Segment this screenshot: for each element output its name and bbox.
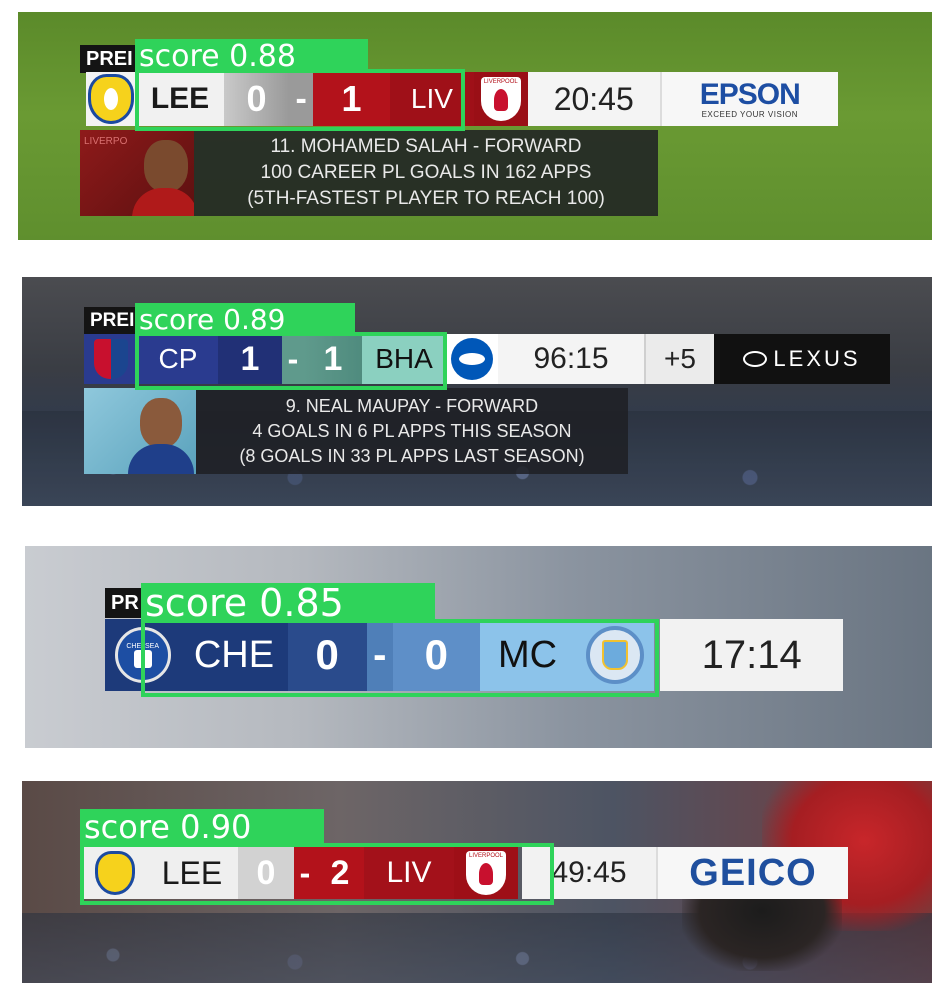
player-note-line: (8 GOALS IN 33 PL APPS LAST SEASON) [239, 445, 585, 466]
scoreboard-frame-2: PREI CP 1 - 1 BHA 96:15 +5 LEXUS 9. NEAL… [22, 277, 932, 506]
detection-label: score 0.85 [141, 581, 435, 625]
detection-label: score 0.89 [135, 303, 355, 336]
away-crest: LIVERPOOL [473, 72, 528, 126]
sponsor-name: EPSON [699, 77, 801, 111]
league-tab-text: PR [111, 591, 139, 614]
player-photo: LIVERPO [80, 130, 194, 216]
player-stat-line: 4 GOALS IN 6 PL APPS THIS SEASON [252, 420, 572, 441]
detection-box [80, 843, 554, 905]
sponsor-name: LEXUS [773, 346, 861, 371]
detection-box [135, 332, 447, 390]
sponsor-lexus: LEXUS [714, 334, 890, 384]
player-info-card: 9. NEAL MAUPAY - FORWARD 4 GOALS IN 6 PL… [84, 388, 628, 474]
player-note-line: (5TH-FASTEST PLAYER TO REACH 100) [247, 188, 605, 209]
scoreboard-frame-4: LEE 0 - 2 LIV LIVERPOOL 49:45 GEICO scor… [22, 781, 932, 983]
sponsor-epson: EPSON EXCEED YOUR VISION [659, 72, 838, 126]
detection-box [135, 69, 465, 131]
scoreboard-frame-3: PR CHELSEA CHE 0 - 0 MC 17:14 score 0.85 [25, 546, 932, 748]
scoreboard-frame-1: PREI LEE 0 - 1 LIV LIVERPOOL 20:45 EPSON… [18, 12, 932, 240]
added-time: +5 [644, 334, 714, 384]
match-clock: 20:45 [527, 72, 660, 126]
sponsor-geico: GEICO [656, 847, 848, 899]
league-tab: PREI [80, 45, 140, 73]
player-stat-line: 100 CAREER PL GOALS IN 162 APPS [260, 162, 592, 183]
player-info-card: LIVERPO 11. MOHAMED SALAH - FORWARD 100 … [80, 130, 658, 216]
player-name-line: 9. NEAL MAUPAY - FORWARD [285, 395, 539, 416]
leeds-crest-icon [88, 74, 135, 124]
match-clock: 96:15 [498, 334, 644, 384]
liverpool-crest-icon: LIVERPOOL [480, 77, 521, 121]
detection-box [141, 619, 659, 697]
player-photo [84, 388, 196, 474]
sponsor-tagline: EXCEED YOUR VISION [701, 109, 799, 119]
brighton-crest-icon [451, 338, 493, 380]
league-tab-text: PREI [86, 47, 133, 70]
away-crest [446, 334, 498, 384]
match-clock: 17:14 [660, 619, 843, 691]
player-name-line: 11. MOHAMED SALAH - FORWARD [270, 136, 582, 157]
lexus-logo-icon [743, 351, 768, 367]
crystal-palace-crest-icon [94, 339, 128, 379]
league-tab-text: PREI [90, 310, 135, 331]
detection-label: score 0.90 [80, 808, 324, 846]
detection-label: score 0.88 [135, 39, 368, 74]
home-crest [86, 72, 137, 126]
home-crest [84, 334, 138, 384]
